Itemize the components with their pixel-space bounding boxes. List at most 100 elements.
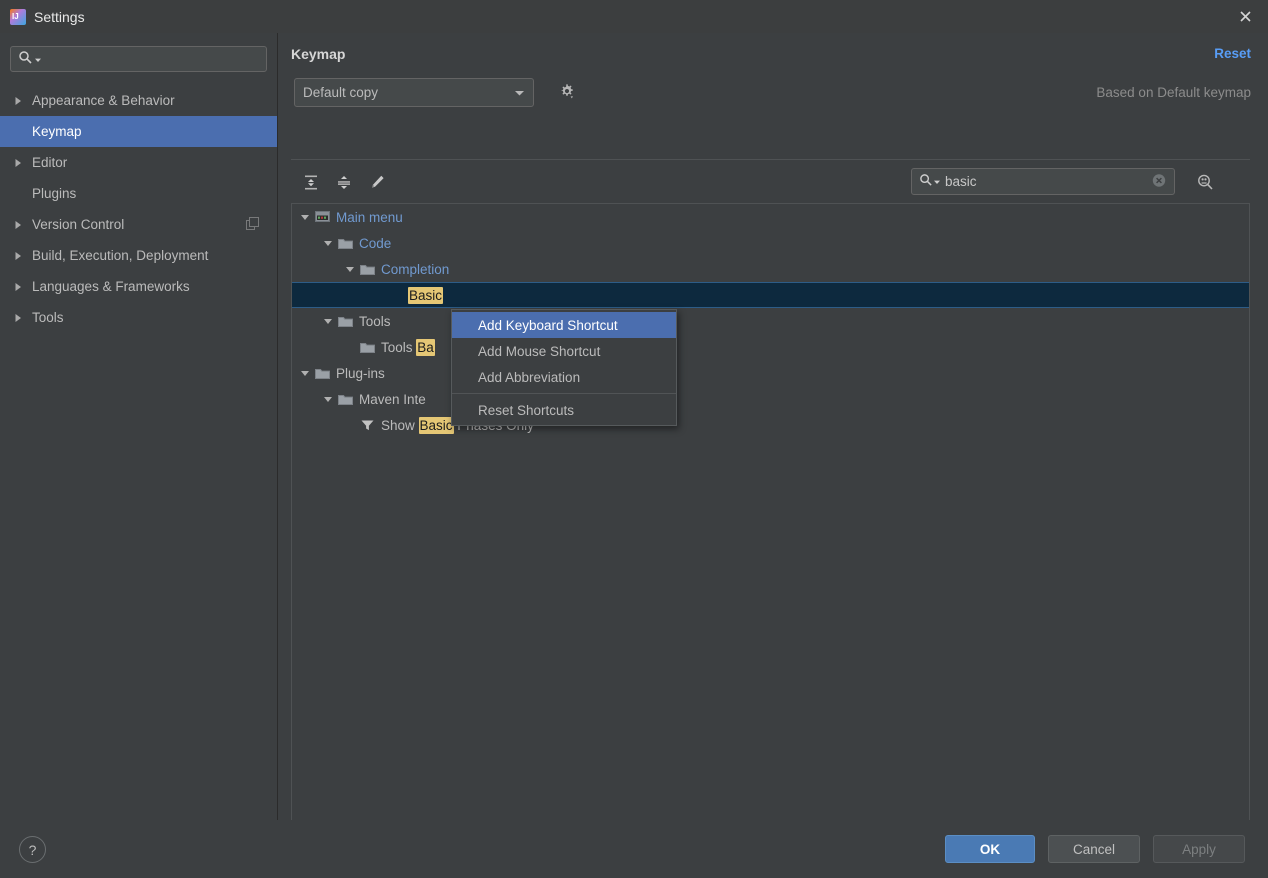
sidebar-item-label: Appearance & Behavior: [32, 93, 175, 108]
chevron-right-icon[interactable]: [14, 96, 27, 106]
tree-row[interactable]: Main menu: [292, 204, 1249, 230]
keymap-select[interactable]: Default copy: [294, 78, 534, 107]
tree-row-label: Plug-ins: [336, 365, 385, 381]
filter-icon: [360, 418, 375, 432]
keymap-tree-panel: Main menu Code: [291, 159, 1250, 839]
chevron-down-icon[interactable]: [321, 395, 335, 404]
sidebar-item-label: Plugins: [32, 186, 77, 201]
settings-search-box[interactable]: [10, 46, 267, 72]
dialog-footer: ? OK Cancel Apply: [0, 820, 1268, 878]
chevron-down-icon[interactable]: [933, 174, 941, 189]
settings-sidebar: Appearance & Behavior Keymap Editor Plug…: [0, 33, 278, 820]
search-match-highlight: Basic: [418, 416, 454, 434]
keymap-toolbar: [291, 159, 1250, 204]
cancel-button[interactable]: Cancel: [1048, 835, 1140, 863]
chevron-right-icon[interactable]: [14, 313, 27, 323]
tree-row-selected[interactable]: Basic: [292, 282, 1249, 308]
settings-search-input[interactable]: [47, 51, 247, 67]
expand-all-icon[interactable]: [297, 168, 325, 196]
sidebar-item-label: Tools: [32, 310, 64, 325]
context-menu-item-reset-shortcuts[interactable]: Reset Shortcuts: [452, 397, 676, 423]
shortcut-search-input[interactable]: [945, 174, 1130, 189]
chevron-right-icon[interactable]: [14, 220, 27, 230]
collapse-all-icon[interactable]: [330, 168, 358, 196]
tree-row[interactable]: Maven Inte: [292, 386, 1249, 412]
chevron-down-icon[interactable]: [321, 317, 335, 326]
page-title: Keymap: [291, 46, 346, 62]
help-icon[interactable]: ?: [19, 836, 46, 863]
window-title-bar: Settings: [0, 0, 1268, 34]
sidebar-item-languages-frameworks[interactable]: Languages & Frameworks: [0, 271, 277, 302]
tree-row[interactable]: Code: [292, 230, 1249, 256]
sidebar-item-build-execution-deployment[interactable]: Build, Execution, Deployment: [0, 240, 277, 271]
folder-icon: [338, 237, 353, 250]
folder-icon: [360, 263, 375, 276]
tree-row[interactable]: Tools Ba: [292, 334, 1249, 360]
gear-icon[interactable]: [555, 80, 579, 104]
sidebar-item-tools[interactable]: Tools: [0, 302, 277, 333]
sidebar-item-plugins[interactable]: Plugins: [0, 178, 277, 209]
find-by-shortcut-icon[interactable]: [1192, 169, 1218, 195]
tree-row-label: Tools Ba: [381, 338, 435, 356]
chevron-down-icon[interactable]: [343, 265, 357, 274]
chevron-right-icon[interactable]: [14, 158, 27, 168]
sidebar-item-version-control[interactable]: Version Control: [0, 209, 277, 240]
clear-icon[interactable]: [1152, 173, 1166, 190]
chevron-down-icon[interactable]: [514, 85, 525, 100]
folder-icon: [360, 341, 375, 354]
chevron-down-icon[interactable]: [34, 52, 42, 67]
settings-category-list: Appearance & Behavior Keymap Editor Plug…: [0, 85, 277, 333]
tree-row[interactable]: Plug-ins: [292, 360, 1249, 386]
keymap-tree[interactable]: Main menu Code Completion Basic Tools To…: [291, 203, 1250, 828]
intellij-idea-icon: [10, 8, 26, 25]
copy-icon: [246, 216, 259, 233]
tree-row-label: Maven Inte: [359, 391, 426, 407]
chevron-down-icon[interactable]: [321, 239, 335, 248]
tree-row-label: Main menu: [336, 209, 403, 225]
shortcut-search-box[interactable]: [911, 168, 1175, 195]
reset-link[interactable]: Reset: [1214, 46, 1251, 61]
close-icon[interactable]: [1222, 0, 1268, 33]
context-menu-item-add-keyboard-shortcut[interactable]: Add Keyboard Shortcut: [452, 312, 676, 338]
search-match-highlight: Basic: [408, 286, 444, 304]
keymap-header: Keymap Reset Default copy Based on Defau…: [277, 33, 1268, 121]
sidebar-item-label: Build, Execution, Deployment: [32, 248, 209, 263]
ok-button[interactable]: OK: [945, 835, 1035, 863]
sidebar-item-appearance-behavior[interactable]: Appearance & Behavior: [0, 85, 277, 116]
window-title: Settings: [34, 8, 85, 25]
keymap-pane: Keymap Reset Default copy Based on Defau…: [277, 33, 1268, 828]
search-icon: [919, 173, 933, 190]
sidebar-item-keymap[interactable]: Keymap: [0, 116, 277, 147]
main-menu-icon: [315, 210, 330, 224]
context-menu[interactable]: Add Keyboard Shortcut Add Mouse Shortcut…: [451, 309, 677, 426]
tree-row-label: Basic: [408, 286, 444, 304]
folder-icon: [315, 367, 330, 380]
pencil-icon[interactable]: [363, 168, 391, 196]
sidebar-item-label: Languages & Frameworks: [32, 279, 190, 294]
chevron-right-icon[interactable]: [14, 251, 27, 261]
sidebar-item-label: Keymap: [32, 124, 82, 139]
settings-content: Appearance & Behavior Keymap Editor Plug…: [0, 33, 1268, 828]
sidebar-item-editor[interactable]: Editor: [0, 147, 277, 178]
sidebar-item-label: Editor: [32, 155, 68, 170]
tree-row-label-pre: Tools: [381, 339, 417, 355]
chevron-right-icon[interactable]: [14, 282, 27, 292]
search-match-highlight: Ba: [416, 338, 435, 356]
tree-row[interactable]: Tools: [292, 308, 1249, 334]
chevron-down-icon[interactable]: [298, 213, 312, 222]
tree-row[interactable]: Completion: [292, 256, 1249, 282]
tree-row-label-pre: Show: [381, 417, 419, 433]
apply-button[interactable]: Apply: [1153, 835, 1245, 863]
tree-row-label: Tools: [359, 313, 391, 329]
folder-icon: [338, 315, 353, 328]
chevron-down-icon[interactable]: [298, 369, 312, 378]
tree-row-label: Code: [359, 235, 392, 251]
search-icon: [18, 50, 33, 68]
tree-row[interactable]: Show Basic Phases Only: [292, 412, 1249, 438]
context-menu-item-add-mouse-shortcut[interactable]: Add Mouse Shortcut: [452, 338, 676, 364]
context-menu-item-add-abbreviation[interactable]: Add Abbreviation: [452, 364, 676, 390]
keymap-select-value: Default copy: [303, 85, 379, 100]
folder-icon: [338, 393, 353, 406]
based-on-keymap-label: Based on Default keymap: [1096, 85, 1251, 100]
context-menu-separator: [452, 393, 676, 394]
